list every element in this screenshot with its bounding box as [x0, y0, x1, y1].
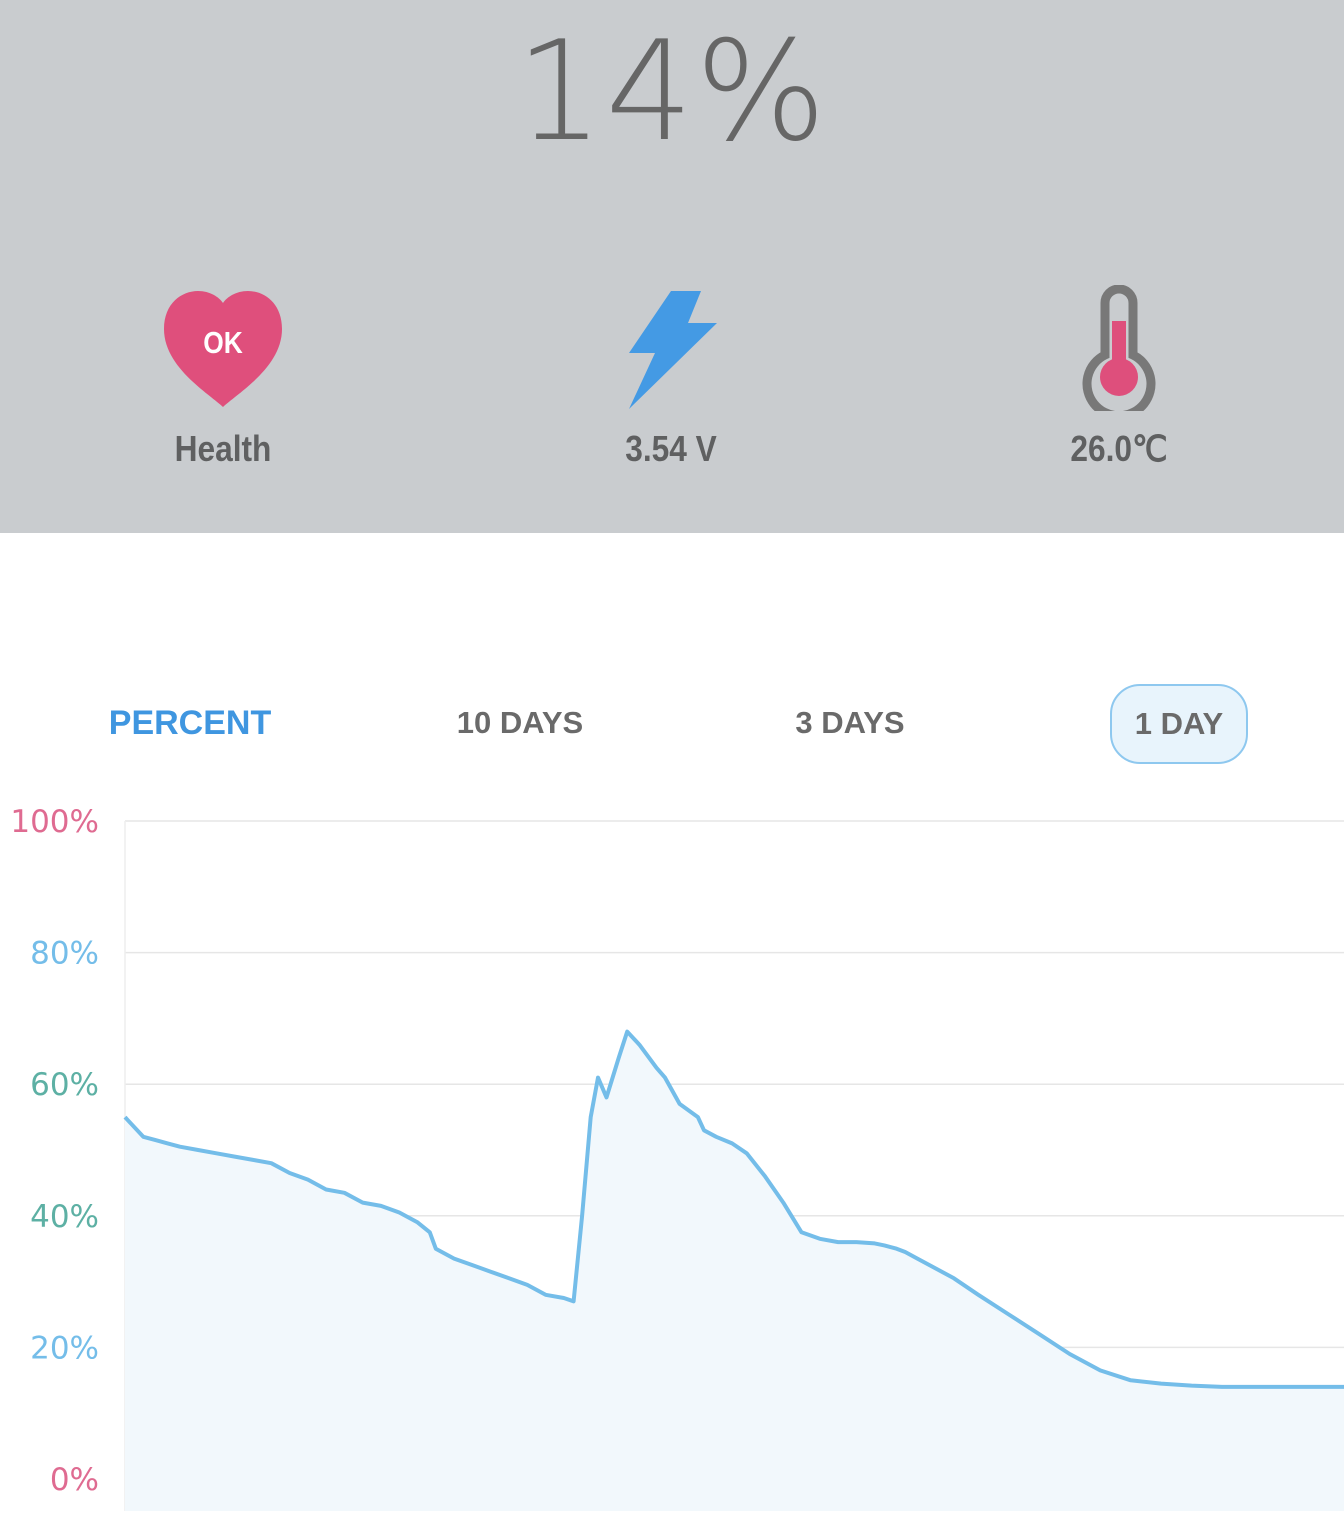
y-axis-ticks: 100% 80% 60% 40% 20% 0%	[10, 804, 99, 1498]
chart-svg: 100% 80% 60% 40% 20% 0%	[10, 804, 1344, 1511]
tab-1-day[interactable]: 1 DAY	[1110, 684, 1248, 764]
y-tick-label: 60%	[30, 1067, 99, 1103]
temperature-label: 26.0℃	[1070, 428, 1168, 469]
y-tick-label: 0%	[50, 1462, 99, 1498]
tab-10-days[interactable]: 10 DAYS	[420, 684, 620, 762]
y-tick-label: 40%	[30, 1199, 99, 1235]
health-stat[interactable]: OK Health	[73, 285, 373, 470]
voltage-stat[interactable]: 3.54 V	[521, 285, 821, 470]
y-tick-label: 20%	[30, 1330, 99, 1366]
chart-area-fill	[125, 1031, 1344, 1511]
battery-percent-chart: 100% 80% 60% 40% 20% 0%	[0, 790, 1344, 1511]
voltage-label: 3.54 V	[625, 428, 717, 469]
battery-status-panel: 14% OK Health 3.54 V 26.0℃	[0, 0, 1344, 533]
health-badge: OK	[203, 325, 243, 360]
tab-3-days[interactable]: 3 DAYS	[750, 684, 950, 762]
battery-percent: 14%	[515, 11, 829, 172]
tab-percent[interactable]: PERCENT	[90, 684, 290, 762]
y-tick-label: 100%	[10, 804, 99, 840]
temperature-stat[interactable]: 26.0℃	[969, 285, 1269, 470]
time-range-tabs: PERCENT 10 DAYS 3 DAYS 1 DAY	[0, 684, 1344, 764]
health-label: Health	[174, 428, 272, 469]
thermometer-icon	[1082, 285, 1156, 411]
lightning-icon	[629, 291, 717, 409]
y-tick-label: 80%	[30, 936, 99, 972]
